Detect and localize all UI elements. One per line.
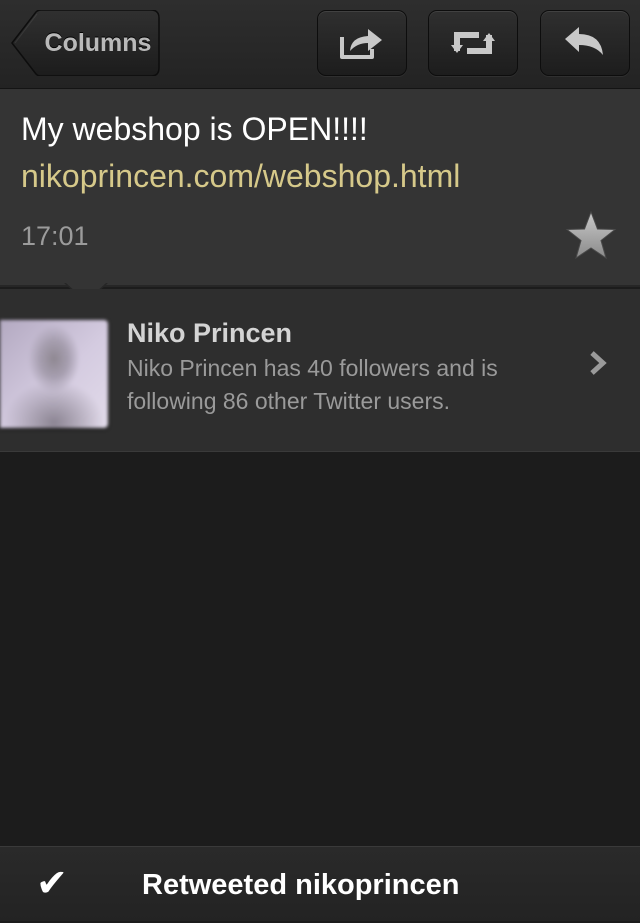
- user-name: Niko Princen: [127, 318, 293, 348]
- status-message: Retweeted nikoprincen: [142, 869, 460, 901]
- share-icon: [340, 29, 382, 59]
- avatar[interactable]: [0, 320, 108, 428]
- share-button[interactable]: [317, 10, 407, 76]
- reply-icon: [565, 27, 603, 55]
- retweet-icon: [451, 32, 495, 54]
- status-bar: ✔ Retweeted nikoprincen: [0, 846, 640, 921]
- checkmark-icon: ✔: [36, 861, 68, 905]
- toolbar: Columns: [0, 0, 640, 89]
- star-icon[interactable]: [564, 210, 618, 262]
- tweet-timestamp: 17:01: [21, 221, 89, 251]
- reply-button[interactable]: [540, 10, 630, 76]
- user-description: Niko Princen has 40 followers and is fol…: [127, 355, 498, 414]
- back-button-label: Columns: [44, 29, 152, 57]
- user-row[interactable]: Niko Princen Niko Princen has 40 followe…: [0, 289, 640, 452]
- tweet-link[interactable]: nikoprincen.com/webshop.html: [21, 158, 460, 195]
- tweet-panel: My webshop is OPEN!!!! nikoprincen.com/w…: [0, 89, 640, 287]
- tweet-text: My webshop is OPEN!!!!: [21, 111, 368, 147]
- retweet-button[interactable]: [428, 10, 518, 76]
- chevron-right-icon: [590, 351, 607, 375]
- back-button-columns[interactable]: Columns: [10, 10, 160, 76]
